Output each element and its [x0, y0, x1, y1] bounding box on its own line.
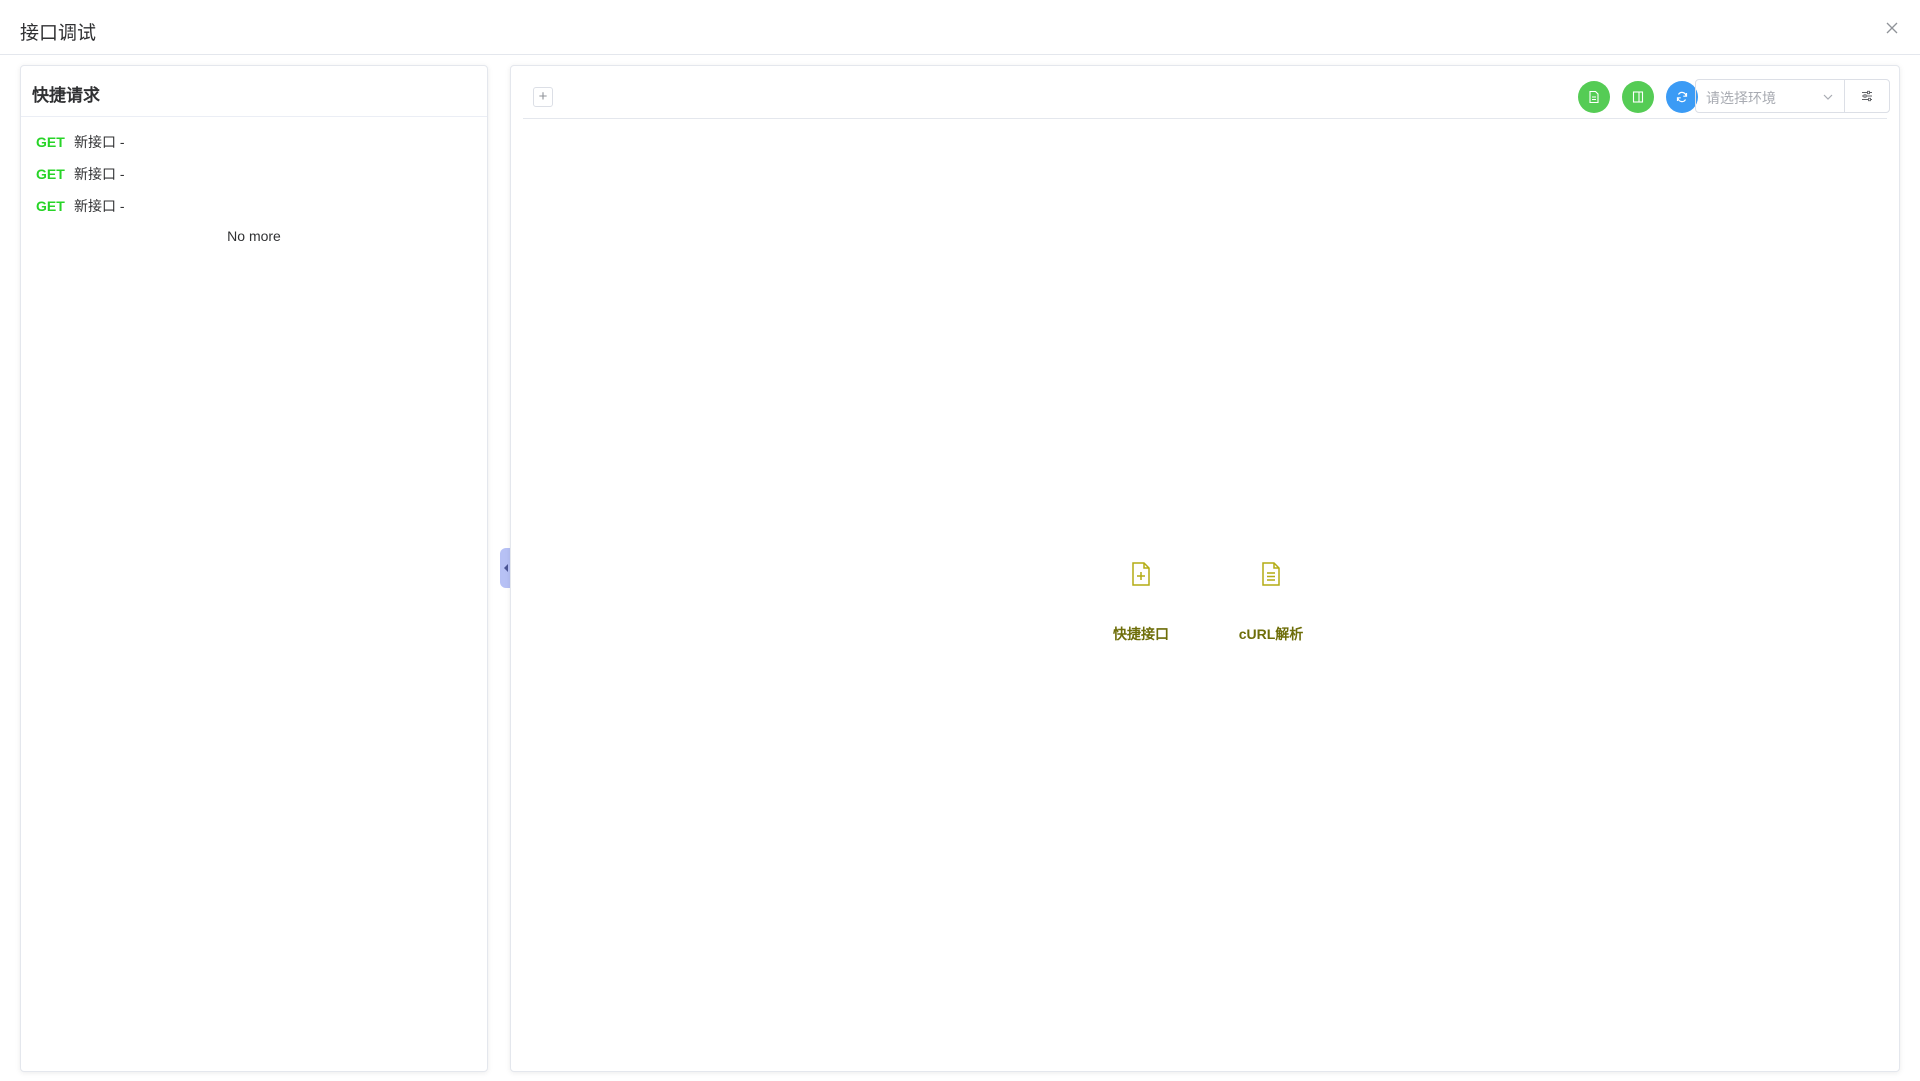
document-button[interactable]: [1578, 81, 1610, 113]
no-more-text: No more: [227, 228, 281, 244]
file-add-icon: [1132, 562, 1150, 586]
request-method: GET: [36, 166, 65, 182]
request-list: GET 新接口 - GET 新接口 - GET 新接口 -: [21, 126, 487, 222]
panel-title: 快捷请求: [21, 66, 487, 117]
close-icon[interactable]: [1884, 20, 1900, 36]
refresh-button[interactable]: [1666, 81, 1698, 113]
request-method: GET: [36, 134, 65, 150]
refresh-icon: [1676, 91, 1688, 103]
doc-icon: [1589, 90, 1599, 104]
request-item[interactable]: GET 新接口 -: [21, 190, 487, 222]
request-item[interactable]: GET 新接口 -: [21, 126, 487, 158]
quick-request-panel: 快捷请求 GET 新接口 - GET 新接口 - GET 新接口 - No mo…: [20, 65, 488, 1072]
environment-placeholder: 请选择环境: [1706, 90, 1776, 106]
file-text-icon: [1262, 562, 1280, 586]
request-name: 新接口 -: [74, 134, 125, 150]
environment-select[interactable]: 请选择环境: [1695, 79, 1845, 113]
quick-api-label: 快捷接口: [1113, 626, 1169, 642]
chevron-down-icon: [1823, 94, 1833, 100]
request-item[interactable]: GET 新接口 -: [21, 158, 487, 190]
curl-parse-action[interactable]: cURL解析: [1216, 561, 1326, 644]
debug-workspace: + 请选择环境 快捷接口 cURL解析: [510, 65, 1900, 1072]
quick-api-action[interactable]: 快捷接口: [1086, 561, 1196, 644]
environment-settings-button[interactable]: [1844, 79, 1890, 113]
panel-icon: [1632, 91, 1644, 103]
tab-toolbar: + 请选择环境: [523, 66, 1890, 119]
dialog-title: 接口调试: [20, 23, 97, 44]
dialog-header: 接口调试: [0, 0, 1920, 55]
add-tab-button[interactable]: +: [533, 87, 553, 107]
request-name: 新接口 -: [74, 198, 125, 214]
sliders-icon: [1862, 90, 1872, 102]
request-name: 新接口 -: [74, 166, 125, 182]
curl-parse-label: cURL解析: [1238, 626, 1304, 642]
request-method: GET: [36, 198, 65, 214]
layout-toggle-button[interactable]: [1622, 81, 1654, 113]
